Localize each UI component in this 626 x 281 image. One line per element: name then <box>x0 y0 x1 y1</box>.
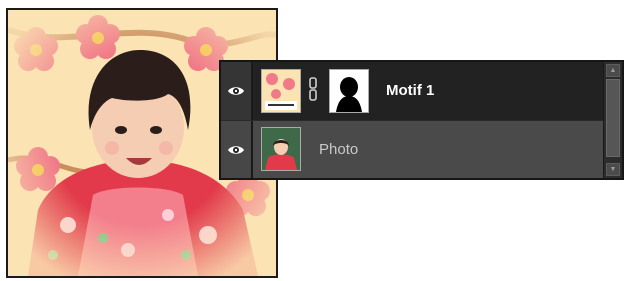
layers-panel: Motif 1 Photo ▲ ▼ <box>219 60 624 180</box>
layers-scrollbar[interactable]: ▲ ▼ <box>603 62 622 178</box>
layer-row-motif-1[interactable]: Motif 1 <box>221 62 603 120</box>
layer-name-photo[interactable]: Photo <box>319 141 358 158</box>
chain-link-icon[interactable] <box>308 76 318 102</box>
scroll-thumb[interactable] <box>606 79 620 157</box>
silhouette-mask-image <box>330 70 368 112</box>
eye-icon <box>228 87 244 95</box>
floral-pattern-thumbnail[interactable] <box>261 69 301 113</box>
layer-name-motif-1[interactable]: Motif 1 <box>386 82 434 99</box>
eye-icon <box>228 145 244 154</box>
layer-row-photo[interactable]: Photo <box>221 120 603 178</box>
child-photo-thumbnail[interactable] <box>261 127 301 171</box>
visibility-toggle-motif-1[interactable] <box>221 62 253 120</box>
silhouette-mask-thumbnail[interactable] <box>329 69 369 113</box>
scroll-down-icon[interactable]: ▼ <box>606 163 620 176</box>
scroll-up-icon[interactable]: ▲ <box>606 64 620 77</box>
floral-pattern-thumbnail-image <box>262 70 300 112</box>
child-photo-thumbnail-image <box>262 128 300 170</box>
visibility-toggle-photo[interactable] <box>221 121 253 178</box>
